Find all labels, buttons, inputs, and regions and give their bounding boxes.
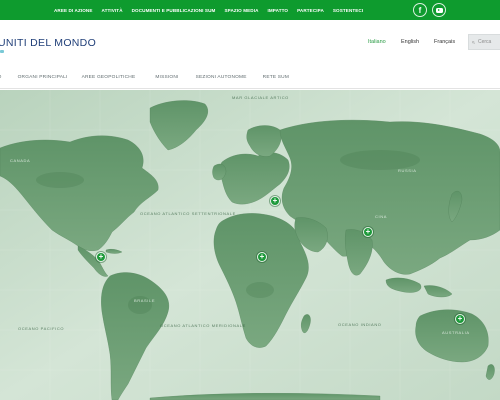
map-pin-oceania[interactable]: + <box>455 314 465 324</box>
search-box <box>468 34 500 50</box>
language-italiano[interactable]: Italiano <box>368 39 386 45</box>
sub-nav-item-sezioni-autonome[interactable]: Sezioni autonome <box>196 75 247 80</box>
map-pin-europe[interactable]: + <box>270 196 280 206</box>
search-icon[interactable] <box>472 40 475 45</box>
world-map: Canada Mar Glaciale Artico Oceano Atlant… <box>0 90 500 400</box>
map-label-atlantic-north: Oceano Atlantico Settentrionale <box>140 211 236 216</box>
top-nav-attivita[interactable]: Attività <box>102 8 123 13</box>
language-francais[interactable]: Français <box>434 39 455 45</box>
top-nav: Aree di azione Attività Documenti e Pubb… <box>54 0 363 20</box>
plus-icon: + <box>259 252 265 261</box>
map-label-artic: Mar Glaciale Artico <box>232 95 289 100</box>
header-divider <box>0 88 500 89</box>
top-bar: Aree di azione Attività Documenti e Pubb… <box>0 0 500 20</box>
sub-nav-item-aree-geopolitiche[interactable]: Aree geopolitiche <box>82 75 136 80</box>
top-nav-impatto[interactable]: Impatto <box>268 8 289 13</box>
top-nav-spazio-media[interactable]: Spazio media <box>224 8 258 13</box>
search-input[interactable] <box>478 39 500 45</box>
map-label-brasile: Brasile <box>134 298 156 303</box>
language-english[interactable]: English <box>401 39 419 45</box>
sub-nav-item-missioni[interactable]: Missioni <box>155 75 178 80</box>
youtube-button[interactable] <box>432 3 446 17</box>
sub-nav: RO Organi principali Aree geopolitiche M… <box>0 72 289 82</box>
site-title[interactable]: UNITI DEL MONDO <box>0 37 96 49</box>
plus-icon: + <box>365 227 371 236</box>
youtube-icon <box>435 7 443 13</box>
sub-nav-item-organi-principali[interactable]: Organi principali <box>18 75 68 80</box>
map-label-pacific: Oceano Pacifico <box>18 326 65 331</box>
world-map-graphic <box>0 90 500 400</box>
map-label-atlantic-south: Oceano Atlantico Meridionale <box>160 323 246 328</box>
site-title-accent <box>0 50 4 53</box>
sub-nav-item-ro[interactable]: RO <box>0 75 2 80</box>
facebook-icon: f <box>418 5 422 15</box>
map-label-australia: Australia <box>442 330 470 335</box>
plus-icon: + <box>98 252 104 261</box>
map-pin-asia[interactable]: + <box>363 227 373 237</box>
top-nav-sostenteci[interactable]: Sostenteci <box>333 8 363 13</box>
sub-nav-item-rete-sum[interactable]: Rete SUM <box>263 75 289 80</box>
plus-icon: + <box>272 196 278 205</box>
map-label-canada: Canada <box>10 158 31 163</box>
map-label-indian: Oceano Indiano <box>338 322 382 327</box>
facebook-button[interactable]: f <box>413 3 427 17</box>
top-nav-aree-di-azione[interactable]: Aree di azione <box>54 8 93 13</box>
map-label-cina: Cina <box>375 214 387 219</box>
top-nav-partecipa[interactable]: Partecipa <box>297 8 324 13</box>
map-pin-africa[interactable]: + <box>257 252 267 262</box>
map-label-russia: Russia <box>398 168 417 173</box>
plus-icon: + <box>457 314 463 323</box>
map-pin-central-america[interactable]: + <box>96 252 106 262</box>
top-nav-documenti[interactable]: Documenti e Pubblicazioni SUM <box>132 8 216 13</box>
